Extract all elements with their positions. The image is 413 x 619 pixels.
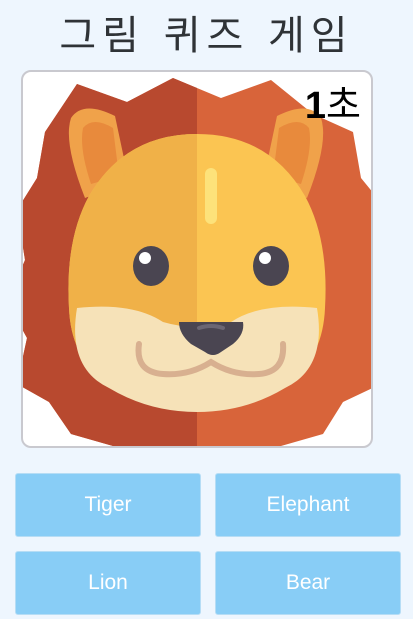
- page-title: 그림 퀴즈 게임: [59, 13, 354, 59]
- quiz-image-card: 1초: [21, 70, 373, 448]
- timer-value: 1: [304, 85, 327, 127]
- answer-button-tiger[interactable]: Tiger: [15, 473, 201, 537]
- answer-button-bear[interactable]: Bear: [215, 551, 401, 615]
- forehead-stripe: [205, 168, 217, 224]
- right-eye: [253, 246, 289, 286]
- answer-button-lion[interactable]: Lion: [15, 551, 201, 615]
- answer-button-elephant[interactable]: Elephant: [215, 473, 401, 537]
- timer-display: 1초: [305, 84, 361, 128]
- lion-icon: [23, 78, 371, 446]
- left-eye: [133, 246, 169, 286]
- timer-unit: 초: [326, 85, 361, 127]
